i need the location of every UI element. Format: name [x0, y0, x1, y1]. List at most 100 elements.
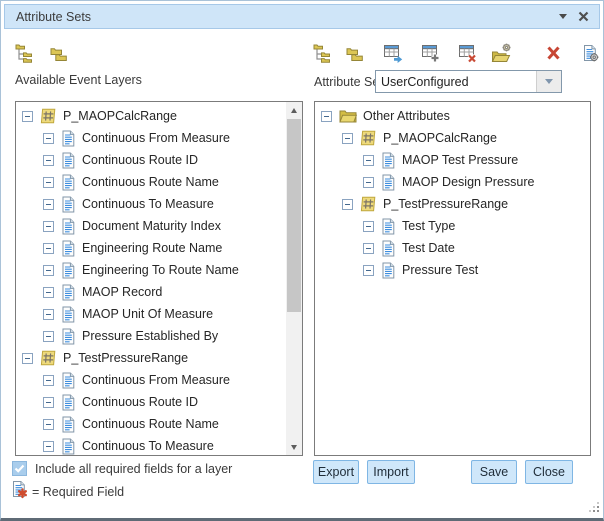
scroll-up-icon[interactable]: [286, 102, 302, 118]
tree-node-label: P_MAOPCalcRange: [63, 109, 177, 123]
tree-node-maop-test-pressure[interactable]: MAOP Test Pressure: [315, 149, 590, 171]
collapse-toggle-icon[interactable]: [43, 199, 54, 210]
collapse-toggle-icon[interactable]: [43, 309, 54, 320]
resize-grip-icon[interactable]: [587, 500, 600, 513]
collapse-all-layers-button[interactable]: [48, 42, 70, 64]
tree-node-continuous-route-id[interactable]: Continuous Route ID: [16, 149, 302, 171]
tree-node-other-attributes[interactable]: Other Attributes: [315, 105, 590, 127]
save-button[interactable]: Save: [471, 460, 517, 484]
collapse-toggle-icon[interactable]: [22, 111, 33, 122]
collapse-toggle-icon[interactable]: [342, 133, 353, 144]
scrollbar-thumb[interactable]: [287, 119, 301, 312]
chevron-down-icon: [545, 79, 553, 84]
tree-node-label: P_TestPressureRange: [383, 197, 508, 211]
attribute-sets-dialog: Attribute Sets Available Event Layers At…: [0, 0, 604, 521]
doc-icon: [381, 218, 396, 235]
include-required-checkbox[interactable]: [12, 461, 27, 476]
collapse-all-attributes-button[interactable]: [344, 42, 366, 64]
attribute-set-properties-button[interactable]: [579, 42, 601, 64]
tree-node-label: Pressure Established By: [82, 329, 218, 343]
tree-node-label: Continuous To Measure: [82, 197, 214, 211]
tree-node-p-testpressurerange[interactable]: P_TestPressureRange: [315, 193, 590, 215]
add-table-button[interactable]: [420, 42, 442, 64]
tree-node-p-testpressurerange[interactable]: P_TestPressureRange: [16, 347, 302, 369]
doc-icon: [381, 240, 396, 257]
tree-node-continuous-to-measure[interactable]: Continuous To Measure: [16, 193, 302, 215]
doc-icon: [61, 240, 76, 257]
collapse-toggle-icon[interactable]: [43, 265, 54, 276]
tree-node-maop-record[interactable]: MAOP Record: [16, 281, 302, 303]
tree-node-continuous-to-measure[interactable]: Continuous To Measure: [16, 435, 302, 456]
delete-attribute-set-button[interactable]: [542, 42, 564, 64]
doc-icon: [61, 152, 76, 169]
collapse-toggle-icon[interactable]: [43, 287, 54, 298]
tree-node-test-type[interactable]: Test Type: [315, 215, 590, 237]
doc-icon: [381, 152, 396, 169]
tree-node-p-maopcalcrange[interactable]: P_MAOPCalcRange: [16, 105, 302, 127]
tree-node-engineering-to-route-name[interactable]: Engineering To Route Name: [16, 259, 302, 281]
available-layers-panel: P_MAOPCalcRangeContinuous From MeasureCo…: [15, 101, 303, 456]
tree-node-label: Continuous To Measure: [82, 439, 214, 453]
tree-node-maop-design-pressure[interactable]: MAOP Design Pressure: [315, 171, 590, 193]
attribute-set-dropdown-button[interactable]: [536, 71, 561, 92]
add-fields-to-set-button[interactable]: [382, 42, 404, 64]
tree-node-continuous-route-name[interactable]: Continuous Route Name: [16, 413, 302, 435]
collapse-toggle-icon[interactable]: [363, 243, 374, 254]
folder-gear-icon: [491, 43, 512, 63]
collapse-toggle-icon[interactable]: [43, 375, 54, 386]
collapse-toggle-icon[interactable]: [43, 133, 54, 144]
dialog-menu-caret-icon[interactable]: [559, 14, 567, 19]
collapse-toggle-icon[interactable]: [43, 331, 54, 342]
collapse-toggle-icon[interactable]: [43, 221, 54, 232]
new-attribute-set-button[interactable]: [490, 42, 512, 64]
tree-node-pressure-test[interactable]: Pressure Test: [315, 259, 590, 281]
tree-node-pressure-established-by[interactable]: Pressure Established By: [16, 325, 302, 347]
folder-icon: [339, 109, 357, 123]
collapse-toggle-icon[interactable]: [43, 397, 54, 408]
tree-node-continuous-route-name[interactable]: Continuous Route Name: [16, 171, 302, 193]
tree-node-continuous-from-measure[interactable]: Continuous From Measure: [16, 127, 302, 149]
collapse-toggle-icon[interactable]: [342, 199, 353, 210]
scroll-down-icon[interactable]: [286, 439, 302, 455]
close-button[interactable]: Close: [525, 460, 573, 484]
dialog-title: Attribute Sets: [16, 10, 91, 24]
folder-tree-icon: [313, 43, 334, 63]
available-layers-tree: P_MAOPCalcRangeContinuous From MeasureCo…: [16, 102, 302, 455]
attribute-set-input[interactable]: [376, 71, 536, 92]
collapse-toggle-icon[interactable]: [363, 177, 374, 188]
collapse-toggle-icon[interactable]: [43, 441, 54, 452]
tree-node-test-date[interactable]: Test Date: [315, 237, 590, 259]
export-button[interactable]: Export: [313, 460, 359, 484]
collapse-toggle-icon[interactable]: [43, 419, 54, 430]
checkmark-icon: [14, 464, 25, 473]
include-required-label: Include all required fields for a layer: [35, 462, 232, 476]
tree-node-document-maturity-index[interactable]: Document Maturity Index: [16, 215, 302, 237]
dialog-close-icon[interactable]: [578, 11, 589, 22]
tree-node-continuous-route-id[interactable]: Continuous Route ID: [16, 391, 302, 413]
tree-node-continuous-from-measure[interactable]: Continuous From Measure: [16, 369, 302, 391]
doc-icon: [61, 196, 76, 213]
collapse-toggle-icon[interactable]: [43, 177, 54, 188]
collapse-toggle-icon[interactable]: [43, 155, 54, 166]
expand-all-attributes-button[interactable]: [312, 42, 334, 64]
collapse-toggle-icon[interactable]: [363, 265, 374, 276]
attribute-set-combobox: [375, 70, 562, 93]
tree-node-label: MAOP Design Pressure: [402, 175, 534, 189]
event-icon: [40, 108, 57, 124]
collapse-toggle-icon[interactable]: [321, 111, 332, 122]
remove-table-button[interactable]: [457, 42, 479, 64]
collapse-toggle-icon[interactable]: [363, 155, 374, 166]
expand-all-layers-button[interactable]: [14, 42, 36, 64]
attribute-set-tree: Other AttributesP_MAOPCalcRangeMAOP Test…: [315, 102, 590, 455]
import-button[interactable]: Import: [367, 460, 415, 484]
left-panel-scrollbar[interactable]: [286, 102, 302, 455]
tree-node-label: MAOP Record: [82, 285, 162, 299]
tree-node-engineering-route-name[interactable]: Engineering Route Name: [16, 237, 302, 259]
tree-node-maop-unit-of-measure[interactable]: MAOP Unit Of Measure: [16, 303, 302, 325]
collapse-toggle-icon[interactable]: [43, 243, 54, 254]
tree-node-label: Engineering Route Name: [82, 241, 222, 255]
tree-node-label: Continuous From Measure: [82, 373, 230, 387]
tree-node-p-maopcalcrange[interactable]: P_MAOPCalcRange: [315, 127, 590, 149]
collapse-toggle-icon[interactable]: [22, 353, 33, 364]
collapse-toggle-icon[interactable]: [363, 221, 374, 232]
